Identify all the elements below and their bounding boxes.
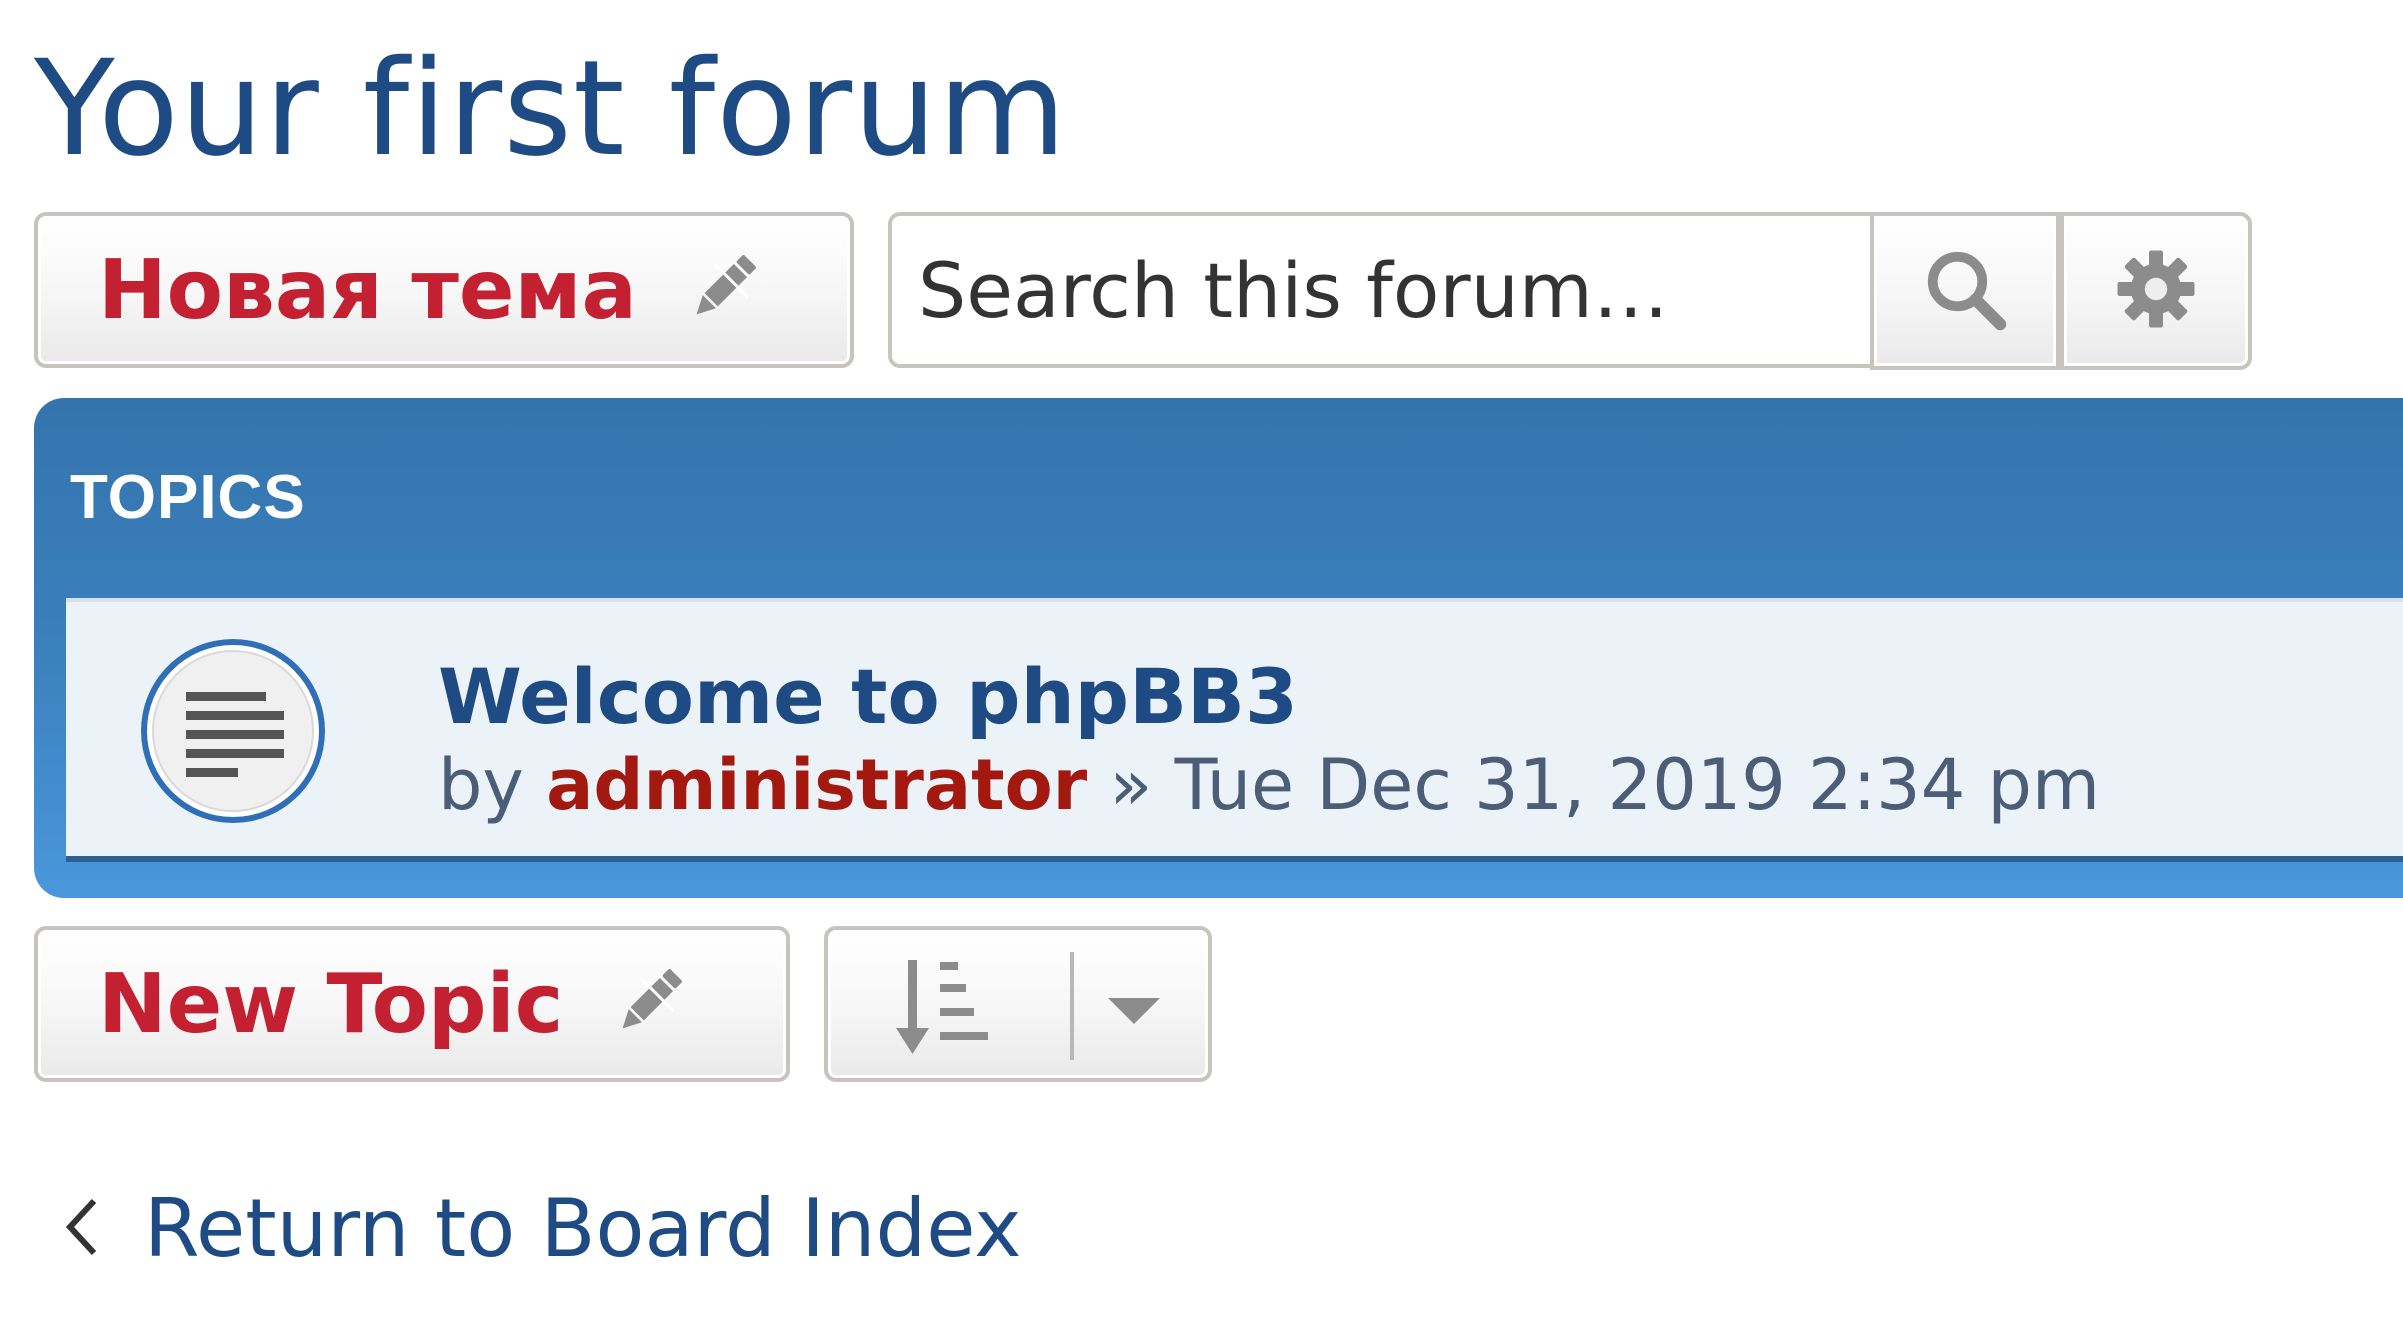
topic-read-icon <box>138 636 328 826</box>
pencil-icon <box>609 962 689 1046</box>
advanced-search-button[interactable] <box>2060 212 2252 370</box>
new-topic-button-top[interactable]: Новая тема <box>34 212 854 368</box>
sort-divider <box>1070 952 1074 1060</box>
return-to-index-link[interactable]: Return to Board Index <box>64 1182 1021 1275</box>
caret-down-icon <box>1108 998 1160 1030</box>
topic-separator: » <box>1109 744 1153 826</box>
topic-date: Tue Dec 31, 2019 2:34 pm <box>1174 744 2101 826</box>
pencil-icon <box>683 248 763 332</box>
topics-header: TOPICS <box>70 463 306 532</box>
new-topic-button-label: Новая тема <box>98 242 637 338</box>
forum-page: Your first forum Новая тема Search this … <box>0 0 2403 1321</box>
search-icon <box>1920 244 2010 338</box>
search-input[interactable] <box>892 216 1874 364</box>
search-button[interactable] <box>1870 212 2060 370</box>
return-link-label: Return to Board Index <box>144 1182 1022 1275</box>
sort-icon <box>894 956 1004 1064</box>
topic-row: Welcome to phpBB3 by administrator » Tue… <box>66 598 2403 862</box>
topics-panel: TOPICS Welcome to phpBB3 by administrato… <box>34 398 2403 898</box>
topic-title-link[interactable]: Welcome to phpBB3 <box>438 652 1298 741</box>
chevron-left-icon <box>64 1197 100 1261</box>
new-topic-button-bottom[interactable]: New Topic <box>34 926 790 1082</box>
topic-by-label: by <box>438 744 524 826</box>
gear-icon <box>2114 247 2198 335</box>
topic-author-link[interactable]: administrator <box>546 744 1087 826</box>
new-topic-button-label: New Topic <box>98 956 564 1052</box>
sort-options-button[interactable] <box>824 926 1212 1082</box>
topic-meta: by administrator » Tue Dec 31, 2019 2:34… <box>438 744 2100 826</box>
page-title: Your first forum <box>34 32 1068 186</box>
search-box <box>888 212 1874 368</box>
